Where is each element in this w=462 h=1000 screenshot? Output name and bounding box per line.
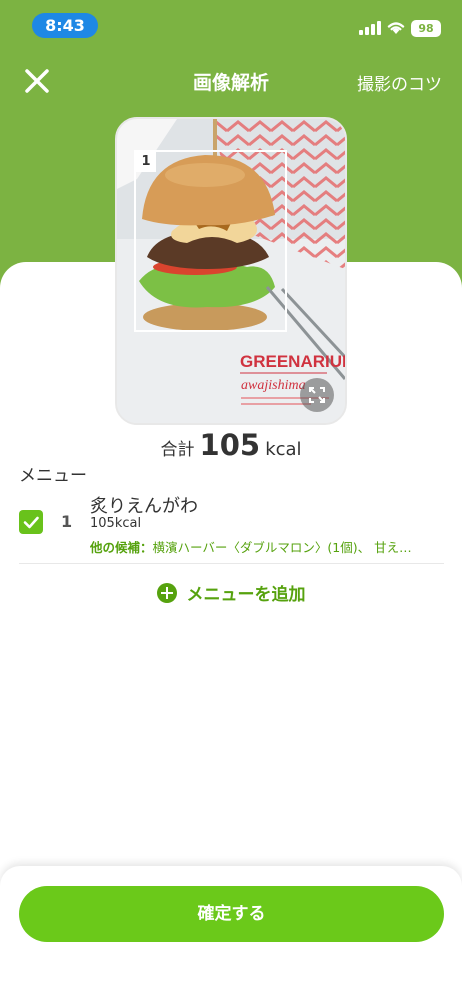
alternative-candidates[interactable]: 他の候補：横濱ハーバー〈ダブルマロン〉(1個)、 甘え…	[90, 537, 435, 556]
battery-icon: 98	[411, 20, 441, 37]
shooting-tips-link[interactable]: 撮影のコツ	[357, 70, 442, 95]
alternative-label: 他の候補：	[90, 540, 153, 555]
status-bar: 8:43 98	[0, 0, 462, 50]
total-value: 105	[199, 428, 261, 462]
total-label: 合計	[160, 440, 195, 460]
add-menu-label: メニューを追加	[186, 585, 306, 605]
menu-item: 1 炙りえんがわ 105kcal 他の候補：横濱ハーバー〈ダブルマロン〉(1個)…	[19, 488, 444, 564]
detection-number: 1	[136, 152, 156, 172]
sign-text-awajishima: awajishima	[241, 378, 306, 393]
header: 画像解析 撮影のコツ	[0, 58, 462, 106]
total-unit: kcal	[265, 439, 302, 460]
checkbox-checked-icon[interactable]	[19, 510, 43, 534]
total-calories: 合計 105 kcal	[0, 428, 462, 462]
menu-item-name[interactable]: 炙りえんがわ	[90, 492, 198, 518]
signal-icon	[359, 21, 381, 35]
wifi-icon	[387, 22, 405, 34]
alternative-text: 横濱ハーバー〈ダブルマロン〉(1個)、 甘え…	[152, 540, 412, 555]
add-menu-button[interactable]: メニューを追加	[0, 580, 462, 605]
sign-text-greenarium: GREENARIUM	[240, 352, 345, 371]
status-time: 8:43	[32, 13, 98, 38]
confirm-button[interactable]: 確定する	[19, 886, 444, 942]
food-photo[interactable]: GREENARIUM awajishima 1	[115, 117, 347, 425]
expand-icon[interactable]	[300, 378, 334, 412]
menu-item-kcal: 105kcal	[90, 516, 142, 531]
plus-circle-icon	[156, 582, 177, 603]
bottom-panel: 確定する	[0, 866, 462, 1000]
detection-box[interactable]: 1	[134, 150, 287, 332]
menu-item-number: 1	[61, 512, 73, 531]
menu-section-title: メニュー	[19, 466, 87, 486]
